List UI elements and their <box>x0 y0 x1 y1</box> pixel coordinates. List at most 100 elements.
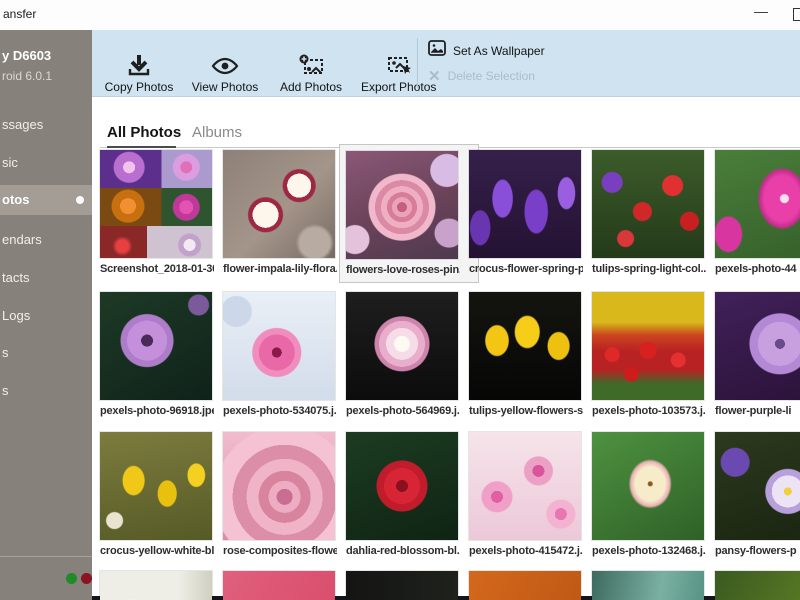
photo-thumbnail[interactable] <box>469 432 581 540</box>
tab-all-photos[interactable]: All Photos <box>107 124 181 141</box>
sidebar-item-label: endars <box>2 232 42 247</box>
photo-thumbnail[interactable] <box>346 151 458 259</box>
tab-albums[interactable]: Albums <box>192 124 242 141</box>
photo-thumbnail[interactable] <box>223 571 335 600</box>
window-title: ansfer <box>3 7 37 21</box>
photo-cell[interactable] <box>346 571 460 600</box>
photo-cell[interactable]: dahlia-red-blossom-bl... <box>346 432 460 557</box>
photo-thumbnail[interactable] <box>715 571 800 600</box>
copy-photos-button[interactable]: Copy Photos <box>98 34 180 96</box>
photo-cell[interactable]: pexels-photo-103573.j... <box>592 292 706 417</box>
photo-filename: tulips-spring-light-col... <box>592 263 706 275</box>
sidebar-divider <box>0 556 92 557</box>
photo-cell[interactable] <box>715 571 800 600</box>
set-as-wallpaper-button[interactable]: Set As Wallpaper <box>428 40 545 61</box>
photo-filename: pexels-photo-564969.j... <box>346 405 460 417</box>
photo-thumbnail[interactable] <box>715 292 800 400</box>
add-photo-icon <box>297 53 325 80</box>
sidebar-item[interactable]: tacts <box>0 263 92 293</box>
sidebar-item[interactable]: ssages <box>0 110 92 140</box>
photo-thumbnail[interactable] <box>469 292 581 400</box>
sidebar-item[interactable]: otos <box>0 185 92 215</box>
photo-thumbnail[interactable] <box>100 292 212 400</box>
photo-filename: pexels-photo-103573.j... <box>592 405 706 417</box>
photo-cell[interactable]: crocus-flower-spring-p... <box>469 150 583 275</box>
minimize-button[interactable]: — <box>748 0 774 26</box>
sidebar-item-label: Logs <box>2 308 31 323</box>
sidebar-item-label: sic <box>2 155 18 170</box>
photo-filename: pexels-photo-415472.j... <box>469 545 583 557</box>
sidebar-item-label: tacts <box>2 270 30 285</box>
photo-thumbnail[interactable] <box>592 571 704 600</box>
photo-cell[interactable]: rose-composites-flowe... <box>223 432 337 557</box>
photo-filename: crocus-flower-spring-p... <box>469 263 583 275</box>
sidebar-item[interactable]: s <box>0 376 92 406</box>
photo-thumbnail[interactable] <box>346 432 458 540</box>
view-photos-label: View Photos <box>191 80 259 94</box>
sidebar-item-label: otos <box>2 192 30 207</box>
maximize-button[interactable] <box>793 8 800 21</box>
photo-thumbnail[interactable] <box>469 571 581 600</box>
sidebar-item[interactable]: endars <box>0 225 92 255</box>
x-icon: ✕ <box>428 68 441 85</box>
photo-filename: pexels-photo-534075.j... <box>223 405 337 417</box>
photo-cell[interactable]: pexels-photo-415472.j... <box>469 432 583 557</box>
photo-thumbnail[interactable] <box>715 150 800 258</box>
active-tab-underline <box>107 146 176 148</box>
sidebar-item-label: s <box>2 345 9 360</box>
delete-selection-button: ✕ Delete Selection <box>428 67 535 85</box>
photo-cell[interactable]: flower-impala-lily-flora... <box>223 150 337 275</box>
photo-cell[interactable]: tulips-spring-light-col... <box>592 150 706 275</box>
photo-cell[interactable]: crocus-yellow-white-bl... <box>100 432 214 557</box>
photo-filename: flower-purple-li <box>715 405 792 417</box>
photo-thumbnail[interactable] <box>100 571 212 600</box>
photo-cell[interactable]: flower-purple-li <box>715 292 800 417</box>
photo-thumbnail[interactable] <box>100 432 212 540</box>
photo-thumbnail[interactable] <box>223 150 335 258</box>
sidebar-item[interactable]: Logs <box>0 301 92 331</box>
wallpaper-icon <box>428 40 446 61</box>
photo-filename: flower-impala-lily-flora... <box>223 263 337 275</box>
photo-cell[interactable] <box>592 571 706 600</box>
photo-cell[interactable]: pexels-photo-534075.j... <box>223 292 337 417</box>
sidebar-item[interactable]: sic <box>0 148 92 178</box>
photo-cell[interactable]: Screenshot_2018-01-30... <box>100 150 214 275</box>
add-photos-button[interactable]: Add Photos <box>270 34 352 96</box>
photo-filename: tulips-yellow-flowers-s... <box>469 405 583 417</box>
delete-selection-label: Delete Selection <box>447 69 535 83</box>
sidebar-item-label: ssages <box>2 117 44 132</box>
photo-thumbnail[interactable] <box>592 292 704 400</box>
photo-filename: flowers-love-roses-pin... <box>346 264 460 276</box>
toolbar-separator <box>417 38 418 88</box>
sidebar-item[interactable]: s <box>0 338 92 368</box>
photo-cell[interactable]: tulips-yellow-flowers-s... <box>469 292 583 417</box>
photo-thumbnail[interactable] <box>223 432 335 540</box>
photo-filename: pansy-flowers-p <box>715 545 797 557</box>
photo-thumbnail[interactable] <box>346 571 458 600</box>
download-icon <box>126 53 152 80</box>
photo-cell[interactable]: pexels-photo-132468.j... <box>592 432 706 557</box>
eye-icon <box>211 53 239 80</box>
photo-thumbnail[interactable] <box>100 150 212 258</box>
photo-cell[interactable]: flowers-love-roses-pin... <box>339 144 479 283</box>
photo-cell[interactable]: pexels-photo-564969.j... <box>346 292 460 417</box>
photo-cell[interactable]: pansy-flowers-p <box>715 432 800 557</box>
photo-thumbnail[interactable] <box>346 292 458 400</box>
add-photos-label: Add Photos <box>279 80 343 94</box>
photo-thumbnail[interactable] <box>592 150 704 258</box>
photo-cell[interactable] <box>100 571 214 600</box>
photo-cell[interactable] <box>469 571 583 600</box>
photo-thumbnail[interactable] <box>715 432 800 540</box>
photo-cell[interactable]: pexels-photo-96918.jpeg <box>100 292 214 417</box>
status-dot-red <box>81 573 92 584</box>
selected-indicator-dot <box>76 196 84 204</box>
photo-filename: Screenshot_2018-01-30... <box>100 263 214 275</box>
view-photos-button[interactable]: View Photos <box>184 34 266 96</box>
export-photos-label: Export Photos <box>361 80 437 94</box>
photo-thumbnail[interactable] <box>592 432 704 540</box>
photo-cell[interactable]: pexels-photo-44 <box>715 150 800 275</box>
photo-filename: pexels-photo-132468.j... <box>592 545 706 557</box>
photo-thumbnail[interactable] <box>469 150 581 258</box>
photo-cell[interactable] <box>223 571 337 600</box>
photo-thumbnail[interactable] <box>223 292 335 400</box>
